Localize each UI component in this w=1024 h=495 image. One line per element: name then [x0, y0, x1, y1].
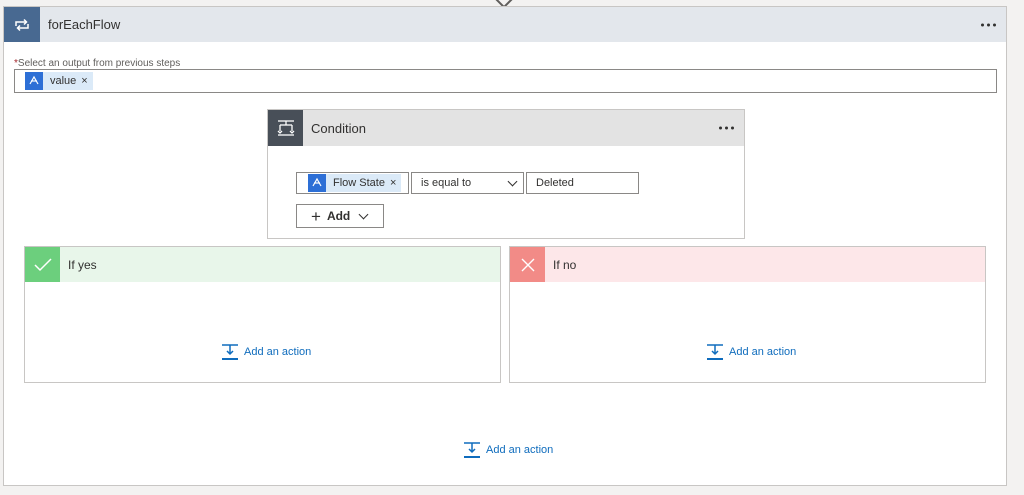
dynamic-content-icon — [308, 174, 326, 192]
right-operand-value: Deleted — [536, 177, 574, 189]
more-options-icon[interactable] — [981, 23, 996, 26]
foreach-header[interactable]: forEachFlow — [4, 7, 1006, 42]
foreach-card: forEachFlow *Select an output from previ… — [3, 6, 1007, 486]
chevron-down-icon — [358, 209, 369, 220]
select-output-label: *Select an output from previous steps — [14, 58, 180, 69]
operator-value: is equal to — [421, 177, 472, 189]
token-label: value — [50, 75, 77, 87]
value-token[interactable]: value × — [25, 72, 93, 90]
check-icon — [25, 247, 60, 282]
condition-left-operand[interactable]: Flow State × — [296, 172, 409, 194]
add-action-icon — [464, 442, 480, 458]
select-output-input[interactable]: value × — [14, 69, 997, 93]
add-label: Add — [326, 209, 351, 223]
if-no-title: If no — [553, 257, 577, 272]
close-icon — [510, 247, 545, 282]
condition-right-operand[interactable]: Deleted — [526, 172, 639, 194]
add-action-label: Add an action — [244, 346, 312, 358]
condition-title: Condition — [311, 120, 366, 136]
add-action-label: Add an action — [486, 444, 554, 456]
remove-token-icon[interactable]: × — [81, 75, 92, 87]
if-no-header[interactable]: If no — [510, 247, 985, 282]
add-action-icon — [707, 344, 723, 360]
flow-state-token[interactable]: Flow State × — [308, 174, 402, 192]
condition-header[interactable]: Condition — [268, 110, 744, 146]
loop-icon — [4, 7, 40, 42]
condition-icon — [268, 110, 303, 146]
operator-select[interactable]: is equal to — [411, 172, 524, 194]
select-output-label-text: Select an output from previous steps — [17, 58, 181, 69]
add-action-button[interactable]: Add an action — [706, 343, 796, 361]
if-no-branch: If no Add an action — [509, 246, 986, 383]
foreach-title: forEachFlow — [48, 17, 121, 32]
remove-token-icon[interactable]: × — [390, 177, 401, 189]
add-action-label: Add an action — [729, 346, 797, 358]
if-yes-header[interactable]: If yes — [25, 247, 500, 282]
add-condition-button[interactable]: + Add — [296, 204, 384, 228]
add-action-icon — [222, 344, 238, 360]
token-label: Flow State — [333, 177, 385, 189]
plus-icon: + — [311, 206, 321, 226]
condition-card: Condition Flow State × is equal to Delet… — [267, 109, 745, 239]
foreach-add-action-button[interactable]: Add an action — [463, 441, 553, 459]
add-action-button[interactable]: Add an action — [221, 343, 311, 361]
dynamic-content-icon — [25, 72, 43, 90]
if-yes-title: If yes — [68, 257, 97, 272]
if-yes-branch: If yes Add an action — [24, 246, 501, 383]
more-options-icon[interactable] — [719, 126, 734, 130]
chevron-down-icon — [507, 176, 518, 187]
